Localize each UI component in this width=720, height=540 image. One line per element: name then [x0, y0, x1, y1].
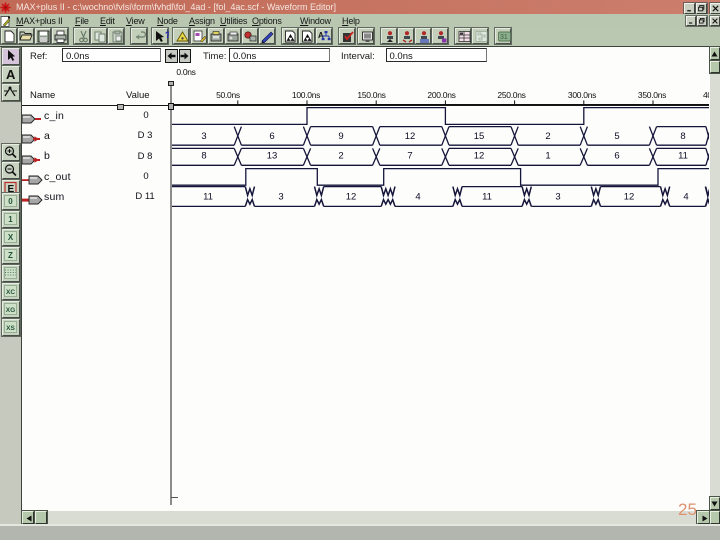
svg-text:Z: Z [8, 251, 13, 260]
svg-text:?: ? [165, 30, 169, 40]
svg-text:A: A [6, 67, 16, 81]
svg-text:31: 31 [500, 34, 508, 41]
svg-text:1: 1 [8, 215, 13, 224]
svg-text:X: X [8, 233, 14, 242]
svg-text:XG: XG [6, 307, 15, 314]
svg-text:0: 0 [8, 197, 13, 206]
svg-text:XS: XS [6, 325, 15, 332]
svg-text:XC: XC [6, 289, 15, 296]
